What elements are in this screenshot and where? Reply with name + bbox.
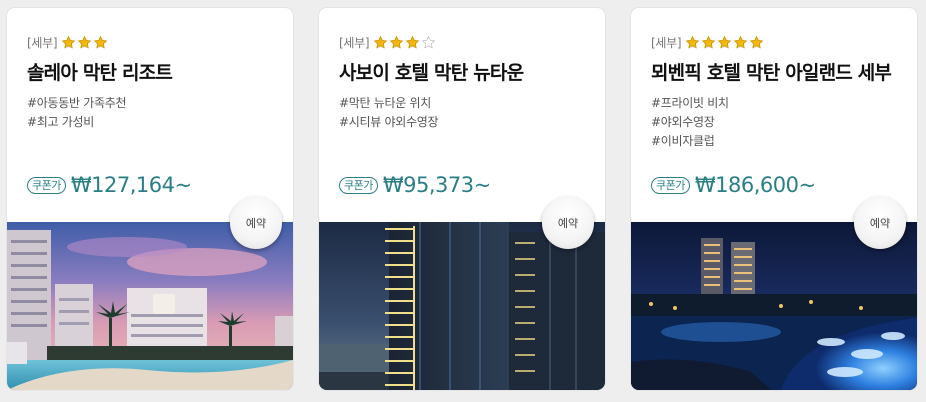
tag-list: #막탄 뉴타운 위치 #시티뷰 야외수영장 [339, 94, 439, 132]
reserve-button[interactable]: 예약 [854, 197, 906, 249]
price-text: ₩127,164~ [70, 173, 192, 197]
tag-item: #막탄 뉴타운 위치 [339, 96, 431, 110]
coupon-badge: 쿠폰가 [27, 176, 66, 194]
region-row: [세부] [339, 34, 437, 51]
star-filled-icon [77, 35, 92, 49]
region-row: [세부] [27, 34, 109, 51]
coupon-badge: 쿠폰가 [339, 176, 378, 194]
reserve-button[interactable]: 예약 [230, 197, 282, 249]
price-row: 쿠폰가 ₩95,373~ [339, 173, 491, 197]
hotel-name[interactable]: 솔레아 막탄 리조트 [27, 58, 173, 85]
tag-list: #아동동반 가족추천 #최고 가성비 [27, 94, 127, 132]
tag-item: #프라이빗 비치 [651, 96, 729, 110]
price-row: 쿠폰가 ₩127,164~ [27, 173, 192, 197]
price-text: ₩186,600~ [694, 173, 816, 197]
price-row: 쿠폰가 ₩186,600~ [651, 173, 816, 197]
star-rating [373, 35, 437, 50]
star-filled-icon [749, 35, 764, 49]
tag-item: #이비자클럽 [651, 134, 715, 148]
tag-list: #프라이빗 비치 #야외수영장 #이비자클럽 [651, 94, 729, 151]
price-text: ₩95,373~ [382, 173, 491, 197]
reserve-button[interactable]: 예약 [542, 197, 594, 249]
star-filled-icon [717, 35, 732, 49]
hotel-name[interactable]: 사보이 호텔 막탄 뉴타운 [339, 58, 524, 85]
star-filled-icon [405, 35, 420, 49]
star-empty-icon [421, 35, 436, 49]
tag-item: #야외수영장 [651, 115, 715, 129]
star-filled-icon [373, 35, 388, 49]
star-rating [61, 35, 109, 50]
hotel-card-savoy[interactable]: [세부] 사보이 호텔 막탄 뉴타운 #막탄 뉴타운 위치 #시티뷰 야외수영장… [319, 8, 605, 390]
region-label: [세부] [651, 36, 682, 50]
hotel-card-solea[interactable]: [세부] 솔레아 막탄 리조트 #아동동반 가족추천 #최고 가성비 쿠폰가 ₩… [7, 8, 293, 390]
star-rating [685, 35, 765, 50]
star-filled-icon [733, 35, 748, 49]
hotel-card-movenpick[interactable]: [세부] 뫼벤픽 호텔 막탄 아일랜드 세부 #프라이빗 비치 #야외수영장 #… [631, 8, 917, 390]
region-label: [세부] [27, 36, 58, 50]
coupon-badge: 쿠폰가 [651, 176, 690, 194]
star-filled-icon [93, 35, 108, 49]
star-filled-icon [701, 35, 716, 49]
star-filled-icon [389, 35, 404, 49]
hotel-name[interactable]: 뫼벤픽 호텔 막탄 아일랜드 세부 [651, 58, 892, 85]
star-filled-icon [685, 35, 700, 49]
tag-item: #시티뷰 야외수영장 [339, 115, 439, 129]
region-row: [세부] [651, 34, 765, 51]
tag-item: #아동동반 가족추천 [27, 96, 127, 110]
region-label: [세부] [339, 36, 370, 50]
tag-item: #최고 가성비 [27, 115, 94, 129]
star-filled-icon [61, 35, 76, 49]
